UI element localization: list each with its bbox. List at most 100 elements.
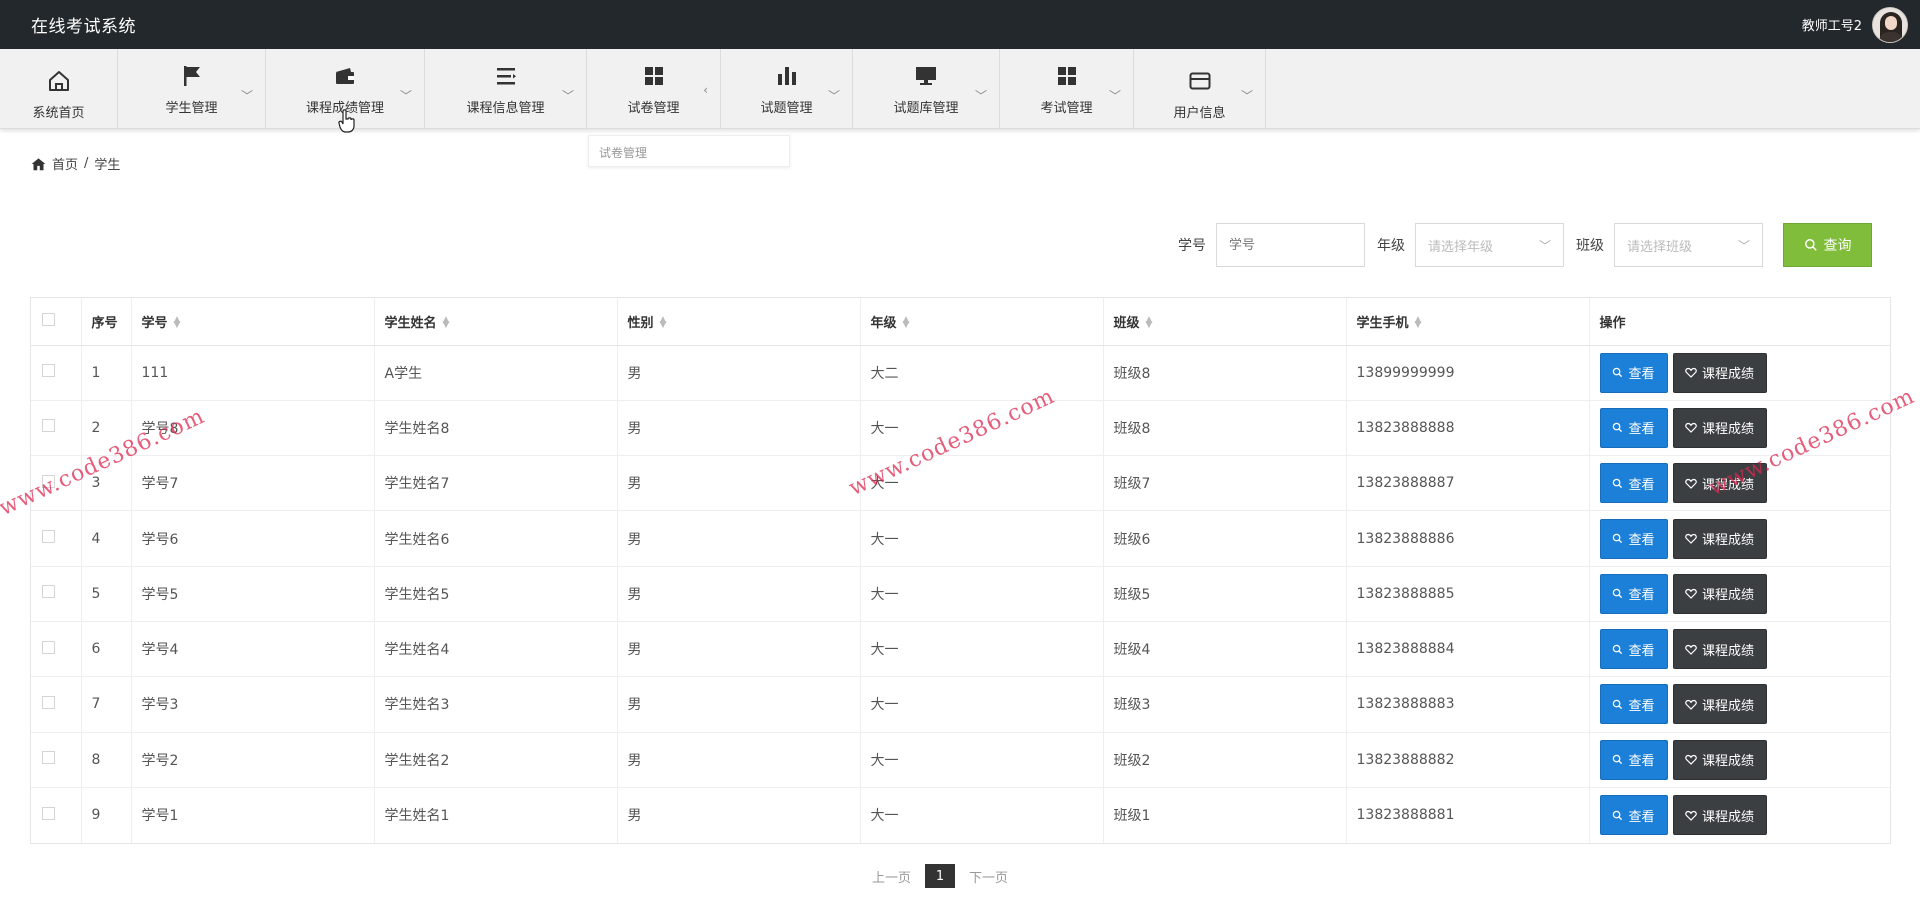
table-row[interactable]: 3 学号7 学生姓名7 男 大一 班级7 13823888887 查看 课程成绩 bbox=[31, 455, 1890, 512]
view-button[interactable]: 查看 bbox=[1599, 629, 1668, 670]
prev-page-button[interactable]: 上一页 bbox=[872, 867, 911, 886]
table-row[interactable]: 7 学号3 学生姓名3 男 大一 班级3 13823888883 查看 课程成绩 bbox=[31, 676, 1890, 733]
table-row[interactable]: 5 学号5 学生姓名5 男 大一 班级5 13823888885 查看 课程成绩 bbox=[31, 566, 1890, 622]
row-select-cell[interactable] bbox=[31, 787, 82, 843]
row-checkbox[interactable] bbox=[42, 364, 55, 378]
table-row[interactable]: 8 学号2 学生姓名2 男 大一 班级2 13823888882 查看 课程成绩 bbox=[31, 732, 1890, 788]
row-checkbox[interactable] bbox=[42, 585, 55, 599]
cell-student-name: 学生姓名7 bbox=[374, 455, 618, 512]
row-select-cell[interactable] bbox=[31, 510, 82, 567]
search-icon bbox=[1613, 423, 1623, 433]
nav-item-course-score[interactable]: 课程成绩管理 ﹀ bbox=[266, 49, 425, 133]
view-button[interactable]: 查看 bbox=[1599, 407, 1668, 448]
page-number[interactable]: 1 bbox=[925, 864, 955, 888]
avatar[interactable] bbox=[1872, 6, 1908, 43]
query-button[interactable]: 查询 bbox=[1783, 223, 1872, 267]
breadcrumb-current: 学生 bbox=[94, 158, 121, 173]
col-header-sortable[interactable]: 年级 ▲ ▼ bbox=[860, 298, 1104, 346]
cell-phone: 13823888881 bbox=[1346, 787, 1590, 843]
nav-item-student[interactable]: 学生管理 ﹀ bbox=[118, 49, 266, 129]
table-row[interactable]: 4 学号6 学生姓名6 男 大一 班级6 13823888886 查看 课程成绩 bbox=[31, 510, 1890, 567]
col-header-sortable[interactable]: 性别 ▲ ▼ bbox=[617, 298, 861, 346]
course-score-button[interactable]: 课程成绩 bbox=[1672, 463, 1767, 504]
select-all-cell[interactable] bbox=[31, 298, 82, 346]
nav-item-exam[interactable]: 考试管理 ﹀ bbox=[1000, 49, 1134, 129]
chevron-down-icon: ﹀ bbox=[1538, 238, 1551, 253]
view-button[interactable]: 查看 bbox=[1599, 573, 1668, 614]
table-row[interactable]: 2 学号8 学生姓名8 男 大一 班级8 13823888888 查看 课程成绩 bbox=[31, 400, 1890, 457]
sort-icon[interactable]: ▲ ▼ bbox=[174, 316, 181, 330]
list-icon bbox=[493, 63, 519, 89]
view-button[interactable]: 查看 bbox=[1599, 352, 1668, 393]
flag-icon bbox=[179, 63, 205, 89]
row-select-cell[interactable] bbox=[31, 400, 82, 457]
class-select[interactable]: 请选择班级 ﹀ bbox=[1614, 223, 1763, 267]
cell-gender: 男 bbox=[617, 455, 861, 512]
table-row[interactable]: 1 111 A学生 男 大二 班级8 13899999999 查看 课程成绩 bbox=[31, 345, 1890, 401]
breadcrumb-home[interactable]: 首页 bbox=[52, 154, 78, 173]
row-select-cell[interactable] bbox=[31, 455, 82, 512]
course-score-button[interactable]: 课程成绩 bbox=[1672, 629, 1767, 670]
cell-student-no: 111 bbox=[131, 345, 375, 401]
sort-icon[interactable]: ▲ ▼ bbox=[1146, 316, 1153, 330]
row-select-cell[interactable] bbox=[31, 676, 82, 733]
row-select-cell[interactable] bbox=[31, 732, 82, 788]
col-header-sortable[interactable]: 学生姓名 ▲ ▼ bbox=[374, 298, 618, 346]
course-score-button[interactable]: 课程成绩 bbox=[1672, 407, 1767, 448]
row-checkbox[interactable] bbox=[42, 474, 55, 488]
course-score-button[interactable]: 课程成绩 bbox=[1672, 352, 1767, 393]
row-checkbox[interactable] bbox=[42, 695, 55, 709]
row-select-cell[interactable] bbox=[31, 566, 82, 622]
cell-gender: 男 bbox=[617, 732, 861, 788]
row-checkbox[interactable] bbox=[42, 419, 55, 433]
course-score-button[interactable]: 课程成绩 bbox=[1672, 518, 1767, 559]
cell-student-name: 学生姓名5 bbox=[374, 566, 618, 622]
course-score-button[interactable]: 课程成绩 bbox=[1672, 573, 1767, 614]
col-header-sortable[interactable]: 学生手机 ▲ ▼ bbox=[1346, 298, 1590, 346]
row-select-cell[interactable] bbox=[31, 345, 82, 401]
row-checkbox[interactable] bbox=[42, 640, 55, 654]
view-button[interactable]: 查看 bbox=[1599, 795, 1668, 836]
cell-phone: 13823888882 bbox=[1346, 732, 1590, 788]
course-score-button[interactable]: 课程成绩 bbox=[1672, 684, 1767, 725]
submenu-item-paper[interactable]: 试卷管理 bbox=[588, 135, 790, 167]
col-header-label: 班级 bbox=[1113, 315, 1140, 331]
heart-icon bbox=[1685, 533, 1697, 544]
nav-label: 试卷管理 bbox=[627, 100, 680, 116]
cell-student-no: 学号7 bbox=[131, 455, 375, 512]
nav-item-question[interactable]: 试题管理 ﹀ bbox=[721, 49, 853, 129]
nav-item-home[interactable]: 系统首页 bbox=[0, 49, 118, 129]
sort-icon[interactable]: ▲ ▼ bbox=[660, 316, 667, 330]
col-header-sortable[interactable]: 班级 ▲ ▼ bbox=[1103, 298, 1347, 346]
cell-actions: 查看 课程成绩 bbox=[1589, 510, 1890, 567]
cell-class: 班级8 bbox=[1103, 400, 1347, 457]
view-button[interactable]: 查看 bbox=[1599, 739, 1668, 780]
row-select-cell[interactable] bbox=[31, 621, 82, 678]
row-checkbox[interactable] bbox=[42, 806, 55, 820]
nav-item-course-info[interactable]: 课程信息管理 ﹀ bbox=[425, 49, 587, 129]
cell-gender: 男 bbox=[617, 400, 861, 457]
row-checkbox[interactable] bbox=[42, 530, 55, 544]
select-all-checkbox[interactable] bbox=[42, 312, 55, 326]
nav-item-question-bank[interactable]: 试题库管理 ﹀ bbox=[853, 49, 1000, 129]
user-area[interactable]: 教师工号2 bbox=[1802, 6, 1908, 43]
view-button[interactable]: 查看 bbox=[1599, 518, 1668, 559]
table-row[interactable]: 6 学号4 学生姓名4 男 大一 班级4 13823888884 查看 课程成绩 bbox=[31, 621, 1890, 678]
course-score-button[interactable]: 课程成绩 bbox=[1672, 795, 1767, 836]
sort-icon[interactable]: ▲ ▼ bbox=[1415, 316, 1422, 330]
row-checkbox[interactable] bbox=[42, 751, 55, 765]
sort-icon[interactable]: ▲ ▼ bbox=[443, 316, 450, 330]
col-header-sortable[interactable]: 学号 ▲ ▼ bbox=[131, 298, 375, 346]
sort-icon[interactable]: ▲ ▼ bbox=[903, 316, 910, 330]
course-score-button[interactable]: 课程成绩 bbox=[1672, 739, 1767, 780]
user-name[interactable]: 教师工号2 bbox=[1802, 15, 1862, 34]
view-button[interactable]: 查看 bbox=[1599, 463, 1668, 504]
table-row[interactable]: 9 学号1 学生姓名1 男 大一 班级1 13823888881 查看 课程成绩 bbox=[31, 787, 1890, 843]
nav-item-user-info[interactable]: 用户信息 ﹀ bbox=[1134, 49, 1266, 129]
student-no-input[interactable] bbox=[1216, 223, 1365, 267]
grade-select[interactable]: 请选择年级 ﹀ bbox=[1415, 223, 1564, 267]
bar-chart-icon bbox=[774, 63, 800, 89]
next-page-button[interactable]: 下一页 bbox=[969, 867, 1008, 886]
view-button[interactable]: 查看 bbox=[1599, 684, 1668, 725]
nav-item-paper[interactable]: 试卷管理 ‹ bbox=[587, 49, 721, 129]
